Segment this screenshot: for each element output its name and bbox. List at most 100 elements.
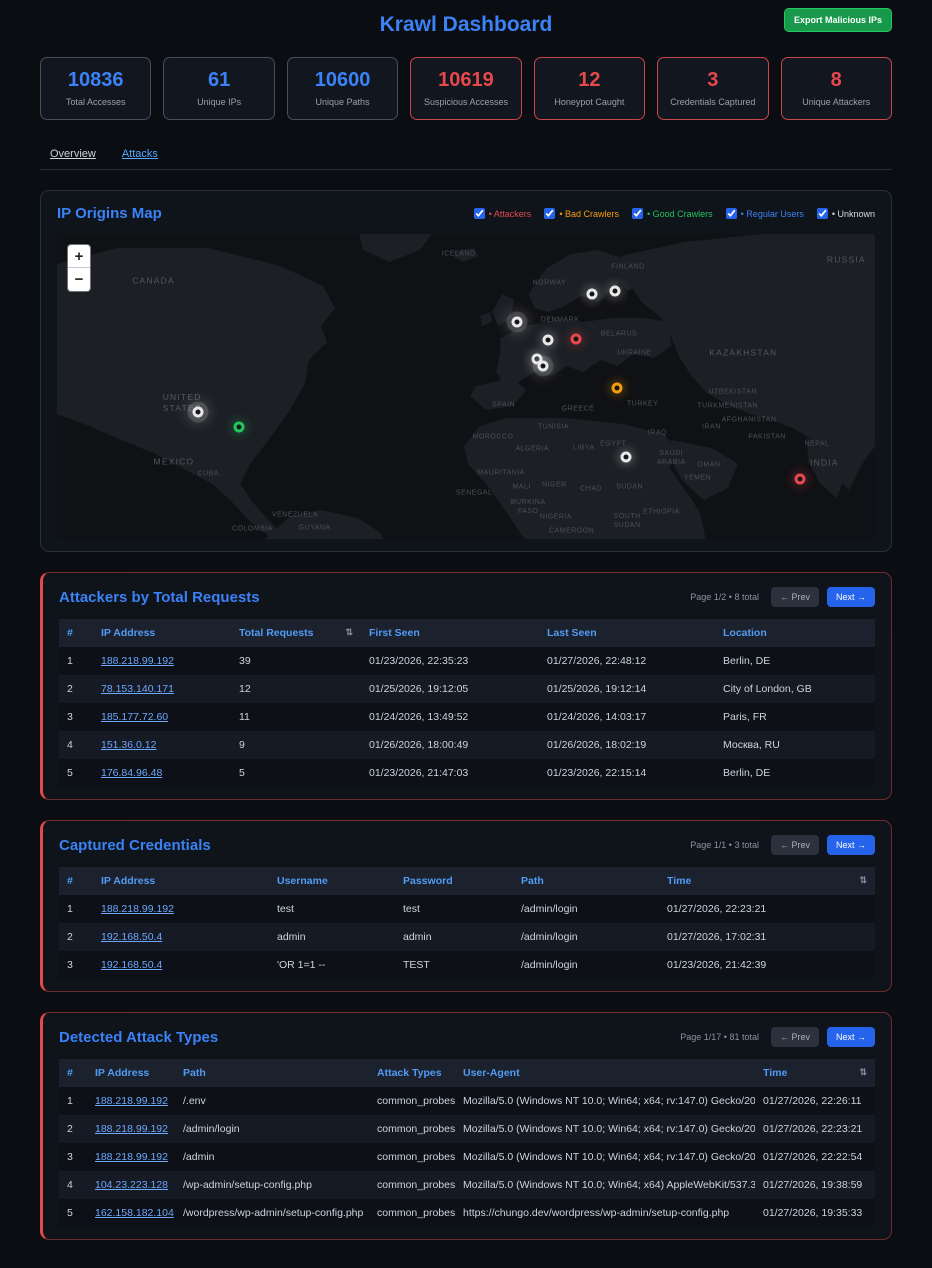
ip-address-link[interactable]: 162.158.182.104 bbox=[95, 1207, 174, 1219]
attack-types-section-title: Detected Attack Types bbox=[59, 1029, 218, 1046]
attack-types-pagination: Page 1/17 • 81 total ← Prev Next → bbox=[680, 1027, 875, 1047]
legend-item-attackers[interactable]: • Attackers bbox=[474, 208, 532, 219]
cell-last-seen: 01/24/2026, 14:03:17 bbox=[539, 703, 715, 731]
stat-label: Unique Attackers bbox=[784, 97, 889, 107]
sort-icon[interactable]: ⇅ bbox=[859, 1067, 867, 1078]
page-info: Page 1/1 • 3 total bbox=[690, 840, 759, 850]
map-marker-unknown[interactable] bbox=[537, 361, 548, 372]
map-marker-unknown[interactable] bbox=[511, 317, 522, 328]
map-marker-unknown[interactable] bbox=[192, 407, 203, 418]
ip-address-link[interactable]: 192.168.50.4 bbox=[101, 959, 162, 971]
map-marker-attacker[interactable] bbox=[794, 473, 805, 484]
map-marker-unknown[interactable] bbox=[609, 286, 620, 297]
sort-icon[interactable]: ⇅ bbox=[859, 875, 867, 886]
ip-origins-map-section: IP Origins Map • Attackers• Bad Crawlers… bbox=[40, 190, 892, 552]
legend-checkbox-regular-users[interactable] bbox=[726, 208, 737, 219]
column-header-ip-address: IP Address bbox=[93, 619, 231, 647]
zoom-out-button[interactable]: − bbox=[68, 268, 90, 291]
ip-address-link[interactable]: 188.218.99.192 bbox=[95, 1123, 168, 1135]
table-row: 278.153.140.1711201/25/2026, 19:12:0501/… bbox=[59, 675, 875, 703]
table-row: 1188.218.99.192/.envcommon_probesMozilla… bbox=[59, 1087, 875, 1115]
krawl-dashboard-page: Krawl Dashboard Export Malicious IPs 108… bbox=[0, 0, 932, 1268]
cell-total-requests: 5 bbox=[231, 759, 361, 787]
next-page-button[interactable]: Next → bbox=[827, 835, 875, 855]
column-header-password: Password bbox=[395, 867, 513, 895]
column-label: # bbox=[67, 627, 73, 639]
attackers-table: #IP AddressTotal Requests⇅First SeenLast… bbox=[59, 619, 875, 787]
column-label: Time bbox=[667, 875, 691, 887]
next-page-button[interactable]: Next → bbox=[827, 587, 875, 607]
cell-total-requests: 11 bbox=[231, 703, 361, 731]
column-header-time[interactable]: Time⇅ bbox=[755, 1059, 875, 1087]
map-marker-unknown[interactable] bbox=[542, 335, 553, 346]
cell-ip-address: 192.168.50.4 bbox=[93, 923, 269, 951]
column-label: Password bbox=[403, 875, 453, 887]
column-label: IP Address bbox=[101, 875, 155, 887]
column-label: Path bbox=[183, 1067, 206, 1079]
cell-password: admin bbox=[395, 923, 513, 951]
cell-location: Москва, RU bbox=[715, 731, 875, 759]
cell-num: 1 bbox=[59, 647, 93, 675]
ip-address-link[interactable]: 185.177.72.60 bbox=[101, 711, 168, 723]
column-label: Last Seen bbox=[547, 627, 597, 639]
cell-time: 01/27/2026, 22:23:21 bbox=[755, 1115, 875, 1143]
cell-time: 01/27/2026, 22:23:21 bbox=[659, 895, 875, 923]
prev-page-button[interactable]: ← Prev bbox=[771, 587, 819, 607]
next-page-button[interactable]: Next → bbox=[827, 1027, 875, 1047]
legend-checkbox-attackers[interactable] bbox=[474, 208, 485, 219]
column-header-num: # bbox=[59, 867, 93, 895]
column-label: Username bbox=[277, 875, 328, 887]
ip-address-link[interactable]: 192.168.50.4 bbox=[101, 931, 162, 943]
ip-address-link[interactable]: 188.218.99.192 bbox=[101, 903, 174, 915]
sort-icon[interactable]: ⇅ bbox=[345, 627, 353, 638]
legend-checkbox-good-crawlers[interactable] bbox=[632, 208, 643, 219]
ip-address-link[interactable]: 188.218.99.192 bbox=[101, 655, 174, 667]
zoom-in-button[interactable]: + bbox=[68, 245, 90, 268]
cell-first-seen: 01/25/2026, 19:12:05 bbox=[361, 675, 539, 703]
map-marker-unknown[interactable] bbox=[586, 289, 597, 300]
column-header-total-requests[interactable]: Total Requests⇅ bbox=[231, 619, 361, 647]
tab-overview[interactable]: Overview bbox=[50, 148, 96, 160]
map-section-header: IP Origins Map • Attackers• Bad Crawlers… bbox=[57, 205, 875, 222]
cell-num: 4 bbox=[59, 1171, 87, 1199]
map-marker-bad[interactable] bbox=[612, 383, 623, 394]
attack-types-section-header: Detected Attack Types Page 1/17 • 81 tot… bbox=[59, 1027, 875, 1047]
export-malicious-ips-button[interactable]: Export Malicious IPs bbox=[784, 8, 892, 32]
attackers-section-header: Attackers by Total Requests Page 1/2 • 8… bbox=[59, 587, 875, 607]
legend-label-good-crawlers: • Good Crawlers bbox=[647, 209, 713, 219]
column-header-ip-address: IP Address bbox=[87, 1059, 175, 1087]
cell-num: 3 bbox=[59, 1143, 87, 1171]
legend-item-good-crawlers[interactable]: • Good Crawlers bbox=[632, 208, 713, 219]
stat-label: Unique Paths bbox=[290, 97, 395, 107]
legend-checkbox-bad-crawlers[interactable] bbox=[544, 208, 555, 219]
stat-card-honeypot-caught: 12Honeypot Caught bbox=[534, 57, 645, 120]
cell-total-requests: 39 bbox=[231, 647, 361, 675]
tab-attacks[interactable]: Attacks bbox=[122, 148, 158, 160]
column-header-time[interactable]: Time ⇅ bbox=[659, 867, 875, 895]
ip-address-link[interactable]: 188.218.99.192 bbox=[95, 1095, 168, 1107]
credentials-table: #IP AddressUsernamePasswordPathTime⇅1188… bbox=[59, 867, 875, 979]
legend-item-unknown[interactable]: • Unknown bbox=[817, 208, 875, 219]
map-marker-unknown[interactable] bbox=[620, 451, 631, 462]
cell-num: 3 bbox=[59, 951, 93, 979]
stat-value: 8 bbox=[784, 69, 889, 92]
table-header-row: #IP AddressTotal Requests⇅First SeenLast… bbox=[59, 619, 875, 647]
ip-address-link[interactable]: 151.36.0.12 bbox=[101, 739, 156, 751]
world-map[interactable]: ICELANDRUSSIACANADANORWAYFINLANDDENMARKB… bbox=[57, 234, 875, 539]
map-marker-attacker[interactable] bbox=[570, 333, 581, 344]
ip-address-link[interactable]: 78.153.140.171 bbox=[101, 683, 174, 695]
prev-page-button[interactable]: ← Prev bbox=[771, 835, 819, 855]
cell-num: 1 bbox=[59, 1087, 87, 1115]
legend-item-regular-users[interactable]: • Regular Users bbox=[726, 208, 804, 219]
ip-address-link[interactable]: 104.23.223.128 bbox=[95, 1179, 168, 1191]
table-row: 2188.218.99.192/admin/logincommon_probes… bbox=[59, 1115, 875, 1143]
prev-page-button[interactable]: ← Prev bbox=[771, 1027, 819, 1047]
legend-checkbox-unknown[interactable] bbox=[817, 208, 828, 219]
ip-address-link[interactable]: 176.84.96.48 bbox=[101, 767, 162, 779]
map-marker-good[interactable] bbox=[234, 422, 245, 433]
cell-ip-address: 188.218.99.192 bbox=[87, 1115, 175, 1143]
legend-item-bad-crawlers[interactable]: • Bad Crawlers bbox=[544, 208, 619, 219]
cell-username: admin bbox=[269, 923, 395, 951]
ip-address-link[interactable]: 188.218.99.192 bbox=[95, 1151, 168, 1163]
stat-card-unique-attackers: 8 Unique Attackers bbox=[781, 57, 892, 120]
